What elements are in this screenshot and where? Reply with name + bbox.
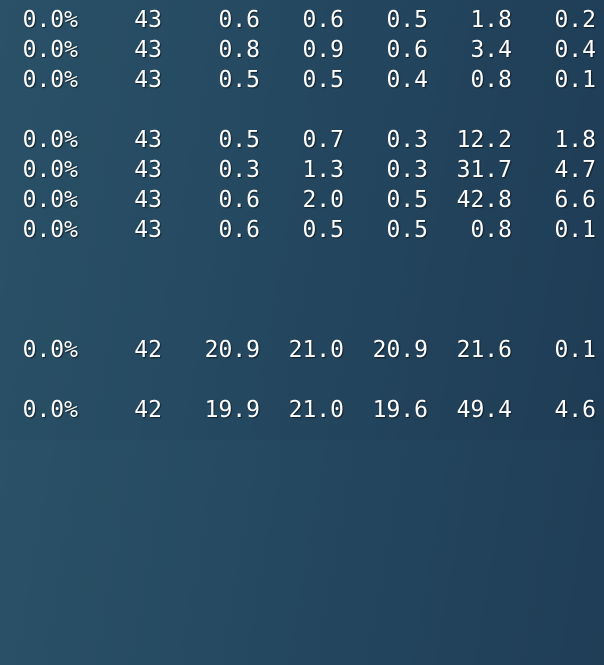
cell-value: 42.8 [456,187,512,213]
cell-count: 42 [134,397,162,423]
data-row: 0.0% 43 0.5 0.5 0.4 0.8 0.1 [0,65,604,95]
cell-value: 4.6 [554,397,596,423]
data-row: 0.0% 42 19.9 21.0 19.6 49.4 4.6 [0,395,604,425]
cell-value: 21.0 [288,337,344,363]
cell-value: 19.6 [372,397,428,423]
cell-value: 0.6 [218,7,260,33]
cell-percent: 0.0% [22,37,78,63]
cell-value: 0.9 [302,37,344,63]
cell-count: 43 [134,127,162,153]
cell-percent: 0.0% [22,397,78,423]
terminal-output: 0.0% 43 0.6 0.6 0.5 1.8 0.2 0.0% 43 0.8 … [0,0,604,440]
cell-value: 0.8 [470,217,512,243]
cell-value: 0.1 [554,217,596,243]
cell-value: 0.5 [302,67,344,93]
cell-count: 42 [134,337,162,363]
cell-value: 0.7 [302,127,344,153]
cell-count: 43 [134,7,162,33]
cell-value: 0.3 [386,157,428,183]
cell-percent: 0.0% [22,337,78,363]
cell-value: 0.2 [554,7,596,33]
cell-percent: 0.0% [22,217,78,243]
cell-value: 0.5 [218,67,260,93]
cell-value: 21.6 [456,337,512,363]
data-row: 0.0% 43 0.6 2.0 0.5 42.8 6.6 [0,185,604,215]
cell-value: 0.6 [218,187,260,213]
cell-value: 6.6 [554,187,596,213]
data-row: 0.0% 43 0.6 0.6 0.5 1.8 0.2 [0,5,604,35]
cell-value: 0.1 [554,67,596,93]
cell-percent: 0.0% [22,67,78,93]
data-row: 0.0% 43 0.5 0.7 0.3 12.2 1.8 [0,125,604,155]
cell-value: 0.3 [386,127,428,153]
cell-count: 43 [134,157,162,183]
cell-value: 0.5 [218,127,260,153]
cell-value: 19.9 [204,397,260,423]
cell-value: 21.0 [288,397,344,423]
cell-value: 0.6 [218,217,260,243]
cell-value: 20.9 [372,337,428,363]
cell-value: 0.4 [554,37,596,63]
cell-value: 20.9 [204,337,260,363]
cell-value: 0.5 [302,217,344,243]
cell-value: 0.6 [302,7,344,33]
cell-value: 0.1 [554,337,596,363]
data-row: 0.0% 42 20.9 21.0 20.9 21.6 0.1 [0,335,604,365]
cell-percent: 0.0% [22,7,78,33]
data-row: 0.0% 43 0.3 1.3 0.3 31.7 4.7 [0,155,604,185]
cell-value: 1.8 [554,127,596,153]
cell-value: 1.8 [470,7,512,33]
cell-value: 3.4 [470,37,512,63]
cell-percent: 0.0% [22,127,78,153]
cell-percent: 0.0% [22,157,78,183]
cell-value: 0.4 [386,67,428,93]
cell-count: 43 [134,37,162,63]
cell-value: 0.5 [386,7,428,33]
cell-count: 43 [134,187,162,213]
cell-value: 0.5 [386,187,428,213]
cell-percent: 0.0% [22,187,78,213]
cell-value: 0.8 [218,37,260,63]
cell-value: 0.3 [218,157,260,183]
cell-value: 0.5 [386,217,428,243]
cell-value: 4.7 [554,157,596,183]
cell-value: 31.7 [456,157,512,183]
cell-count: 43 [134,67,162,93]
cell-value: 49.4 [456,397,512,423]
cell-value: 2.0 [302,187,344,213]
cell-value: 1.3 [302,157,344,183]
cell-count: 43 [134,217,162,243]
data-row: 0.0% 43 0.6 0.5 0.5 0.8 0.1 [0,215,604,245]
cell-value: 0.8 [470,67,512,93]
cell-value: 0.6 [386,37,428,63]
cell-value: 12.2 [456,127,512,153]
data-row: 0.0% 43 0.8 0.9 0.6 3.4 0.4 [0,35,604,65]
